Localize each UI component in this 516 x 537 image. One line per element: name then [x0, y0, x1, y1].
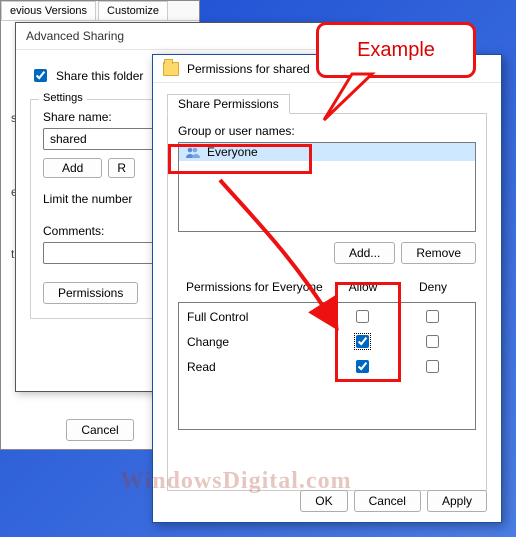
- list-item-everyone[interactable]: Everyone: [179, 143, 475, 161]
- full-control-deny-checkbox[interactable]: [426, 310, 439, 323]
- tab-share-permissions[interactable]: Share Permissions: [167, 94, 290, 114]
- table-row-change: Change: [179, 330, 475, 353]
- share-add-button[interactable]: Add: [43, 158, 102, 178]
- share-remove-button[interactable]: R: [108, 158, 135, 178]
- annotation-callout: Example: [316, 22, 476, 78]
- permissions-panel: Group or user names: Everyone Add... Rem…: [167, 113, 487, 491]
- properties-cancel-button[interactable]: Cancel: [66, 419, 133, 441]
- column-allow: Allow: [328, 280, 398, 294]
- annotation-callout-text: Example: [357, 39, 435, 62]
- group-icon: [185, 146, 201, 158]
- permissions-button[interactable]: Permissions: [43, 282, 138, 304]
- settings-legend: Settings: [39, 92, 87, 104]
- perm-name: Change: [187, 335, 327, 349]
- perm-name: Full Control: [187, 310, 327, 324]
- add-user-button[interactable]: Add...: [334, 242, 395, 264]
- group-user-listbox[interactable]: Everyone: [178, 142, 476, 232]
- share-this-folder-checkbox[interactable]: [34, 69, 47, 82]
- table-row-read: Read: [179, 355, 475, 378]
- permissions-table-header: Permissions for Everyone Allow Deny: [178, 276, 476, 296]
- change-deny-checkbox[interactable]: [426, 335, 439, 348]
- list-item-label: Everyone: [207, 145, 258, 159]
- permissions-table: Full Control Change Read: [178, 302, 476, 430]
- perm-name: Read: [187, 360, 327, 374]
- tab-previous-versions[interactable]: evious Versions: [1, 1, 96, 20]
- annotation-callout-tail: [322, 72, 382, 132]
- permissions-for-label: Permissions for Everyone: [186, 280, 328, 294]
- properties-tabs: evious Versions Customize: [1, 1, 199, 21]
- full-control-allow-checkbox[interactable]: [356, 310, 369, 323]
- column-deny: Deny: [398, 280, 468, 294]
- table-row-full-control: Full Control: [179, 305, 475, 328]
- cancel-button[interactable]: Cancel: [354, 490, 421, 512]
- remove-user-button[interactable]: Remove: [401, 242, 476, 264]
- read-allow-checkbox[interactable]: [356, 360, 369, 373]
- change-allow-checkbox[interactable]: [356, 335, 369, 348]
- apply-button[interactable]: Apply: [427, 490, 487, 512]
- share-this-folder-label: Share this folder: [56, 69, 143, 83]
- folder-icon: [163, 62, 179, 76]
- tab-customize[interactable]: Customize: [98, 1, 168, 20]
- permissions-title: Permissions for shared: [187, 62, 310, 76]
- ok-button[interactable]: OK: [300, 490, 347, 512]
- read-deny-checkbox[interactable]: [426, 360, 439, 373]
